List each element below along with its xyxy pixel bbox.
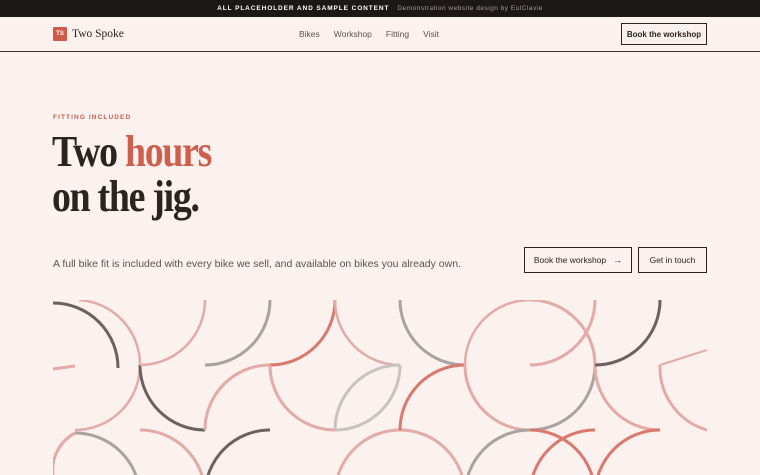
arc-shape — [399, 428, 464, 475]
arc-shape — [204, 300, 272, 367]
arc-shape — [268, 364, 336, 432]
get-in-touch-button[interactable]: Get in touch — [638, 247, 707, 273]
arc-shape — [336, 428, 401, 475]
site-header: TS Two Spoke Bikes Workshop Fitting Visi… — [0, 17, 760, 52]
arc-shape — [593, 364, 661, 432]
arc-shape — [529, 428, 594, 475]
hero-title-line2: on the jig. — [52, 172, 200, 221]
arc-shape — [333, 300, 401, 367]
arc-shape — [398, 363, 466, 431]
arc-shape — [74, 431, 138, 475]
arc-shape — [594, 300, 662, 367]
announcement-notice: ALL PLACEHOLDER AND SAMPLE CONTENT — [217, 5, 390, 12]
main-nav: Bikes Workshop Fitting Visit — [299, 29, 439, 39]
arc-shape — [529, 364, 597, 432]
hero-lead: A full bike fit is included with every b… — [53, 258, 461, 270]
arc-shape — [203, 363, 271, 431]
hero-book-workshop-label: Book the workshop — [533, 255, 607, 265]
nav-link-bikes[interactable]: Bikes — [299, 29, 320, 39]
arc-shape — [596, 428, 661, 475]
arc-shape — [659, 349, 707, 366]
arc-shape — [463, 364, 531, 432]
nav-link-workshop[interactable]: Workshop — [334, 29, 372, 39]
arc-shape — [466, 428, 531, 475]
hero-title-accent: hours — [124, 127, 212, 176]
nav-link-visit[interactable]: Visit — [423, 29, 439, 39]
arrow-right-icon: → — [613, 255, 623, 265]
logo[interactable]: TS Two Spoke — [53, 27, 124, 41]
arc-shape — [138, 364, 206, 432]
logo-mark: TS — [53, 27, 67, 41]
hero-title: Two hours on the jig. — [52, 127, 212, 221]
arc-shape — [398, 300, 466, 367]
arc-shape — [269, 300, 337, 367]
arc-shape — [53, 364, 76, 371]
arc-shape — [139, 300, 207, 367]
logo-name: Two Spoke — [72, 28, 124, 40]
arc-shape — [74, 300, 142, 432]
decorative-arc-pattern — [53, 300, 707, 475]
hero-book-workshop-button[interactable]: Book the workshop → — [524, 247, 632, 273]
hero-title-plain: Two — [52, 127, 118, 176]
arc-shape — [463, 300, 531, 366]
nav-link-fitting[interactable]: Fitting — [386, 29, 409, 39]
arc-shape — [53, 431, 76, 475]
arc-shape — [531, 428, 596, 475]
hero-eyebrow: FITTING INCLUDED — [53, 114, 132, 121]
announcement-credit: Demonstration website design by EulClavi… — [397, 5, 543, 12]
arc-shape — [139, 428, 204, 475]
arc-shape — [206, 428, 271, 475]
arc-shape — [658, 364, 707, 432]
arc-shape — [53, 301, 120, 369]
header-book-workshop-button[interactable]: Book the workshop — [621, 23, 707, 45]
announcement-bar: ALL PLACEHOLDER AND SAMPLE CONTENT Demon… — [0, 0, 760, 17]
